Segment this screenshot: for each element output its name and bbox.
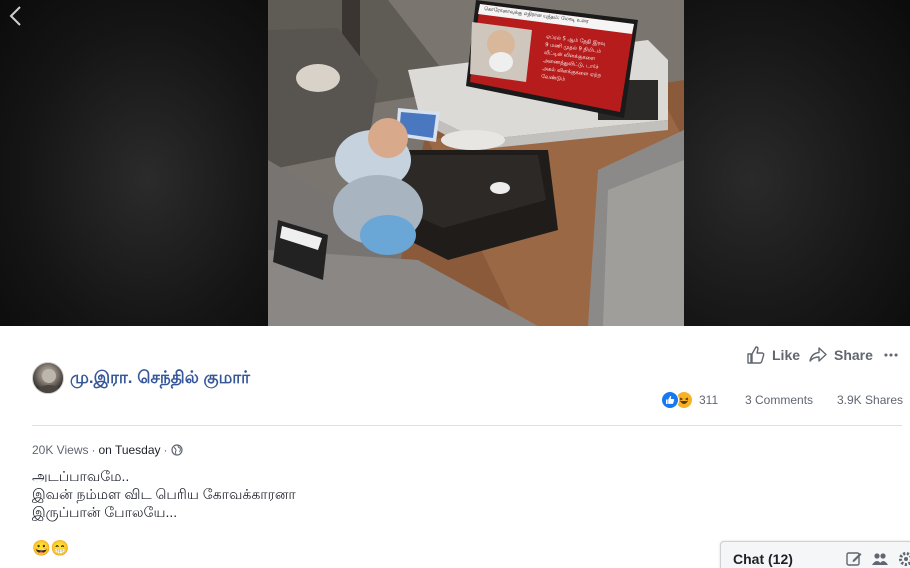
video-player[interactable]: கொரோனாவுக்கு எதிரான யுத்தம்: மோடி உரை ஏப…: [0, 0, 910, 326]
like-button[interactable]: Like: [746, 344, 800, 366]
comments-link[interactable]: 3 Comments: [745, 393, 813, 407]
reactions-count: 311: [699, 393, 719, 407]
post-meta: 20K Views · on Tuesday ·: [32, 443, 183, 457]
views-count: 20K Views: [32, 443, 89, 457]
globe-icon[interactable]: [170, 444, 183, 456]
post-date-link[interactable]: on Tuesday: [98, 443, 160, 457]
post-text: அடப்பாவமே.. இவன் நம்மள விட பெரிய கோவக்கா…: [32, 467, 296, 521]
divider: [32, 425, 902, 426]
video-scene: கொரோனாவுக்கு எதிரான யுத்தம்: மோடி உரை ஏப…: [268, 0, 684, 326]
chat-settings-gear-icon[interactable]: [897, 550, 910, 568]
thumbs-up-icon: [747, 346, 765, 364]
chat-label[interactable]: Chat (12): [733, 551, 793, 567]
like-label: Like: [772, 347, 801, 363]
reactions-summary[interactable]: 311: [661, 390, 718, 410]
meta-separator: ·: [91, 443, 96, 457]
meta-separator: ·: [163, 443, 168, 457]
back-arrow-icon[interactable]: [6, 4, 26, 28]
compose-message-icon[interactable]: [845, 550, 863, 568]
post-text-line: அடப்பாவமே..: [32, 468, 130, 484]
share-label: Share: [834, 347, 873, 363]
author-name[interactable]: மு.இரா. செந்தில் குமார்: [70, 368, 250, 390]
group-chat-icon[interactable]: [871, 550, 889, 568]
share-button[interactable]: Share: [808, 344, 873, 366]
avatar[interactable]: [32, 362, 64, 394]
chat-bar[interactable]: Chat (12): [720, 541, 910, 568]
post-text-line: இவன் நம்மள விட பெரிய கோவக்காரனா: [32, 486, 296, 502]
more-dots-icon: [884, 353, 898, 357]
video-backdrop-right: [684, 0, 910, 326]
share-arrow-icon: [809, 347, 827, 362]
video-backdrop-left: [0, 0, 268, 326]
video-frame[interactable]: கொரோனாவுக்கு எதிரான யுத்தம்: மோடி உரை ஏப…: [268, 0, 684, 326]
more-options-button[interactable]: [884, 344, 904, 366]
avatar-portrait: [37, 369, 61, 393]
post-emojis: 😀😁: [32, 540, 70, 557]
like-reaction-icon: [661, 391, 679, 409]
shares-link[interactable]: 3.9K Shares: [837, 393, 903, 407]
post-text-line: இருப்பான் போலயே...: [32, 504, 178, 520]
